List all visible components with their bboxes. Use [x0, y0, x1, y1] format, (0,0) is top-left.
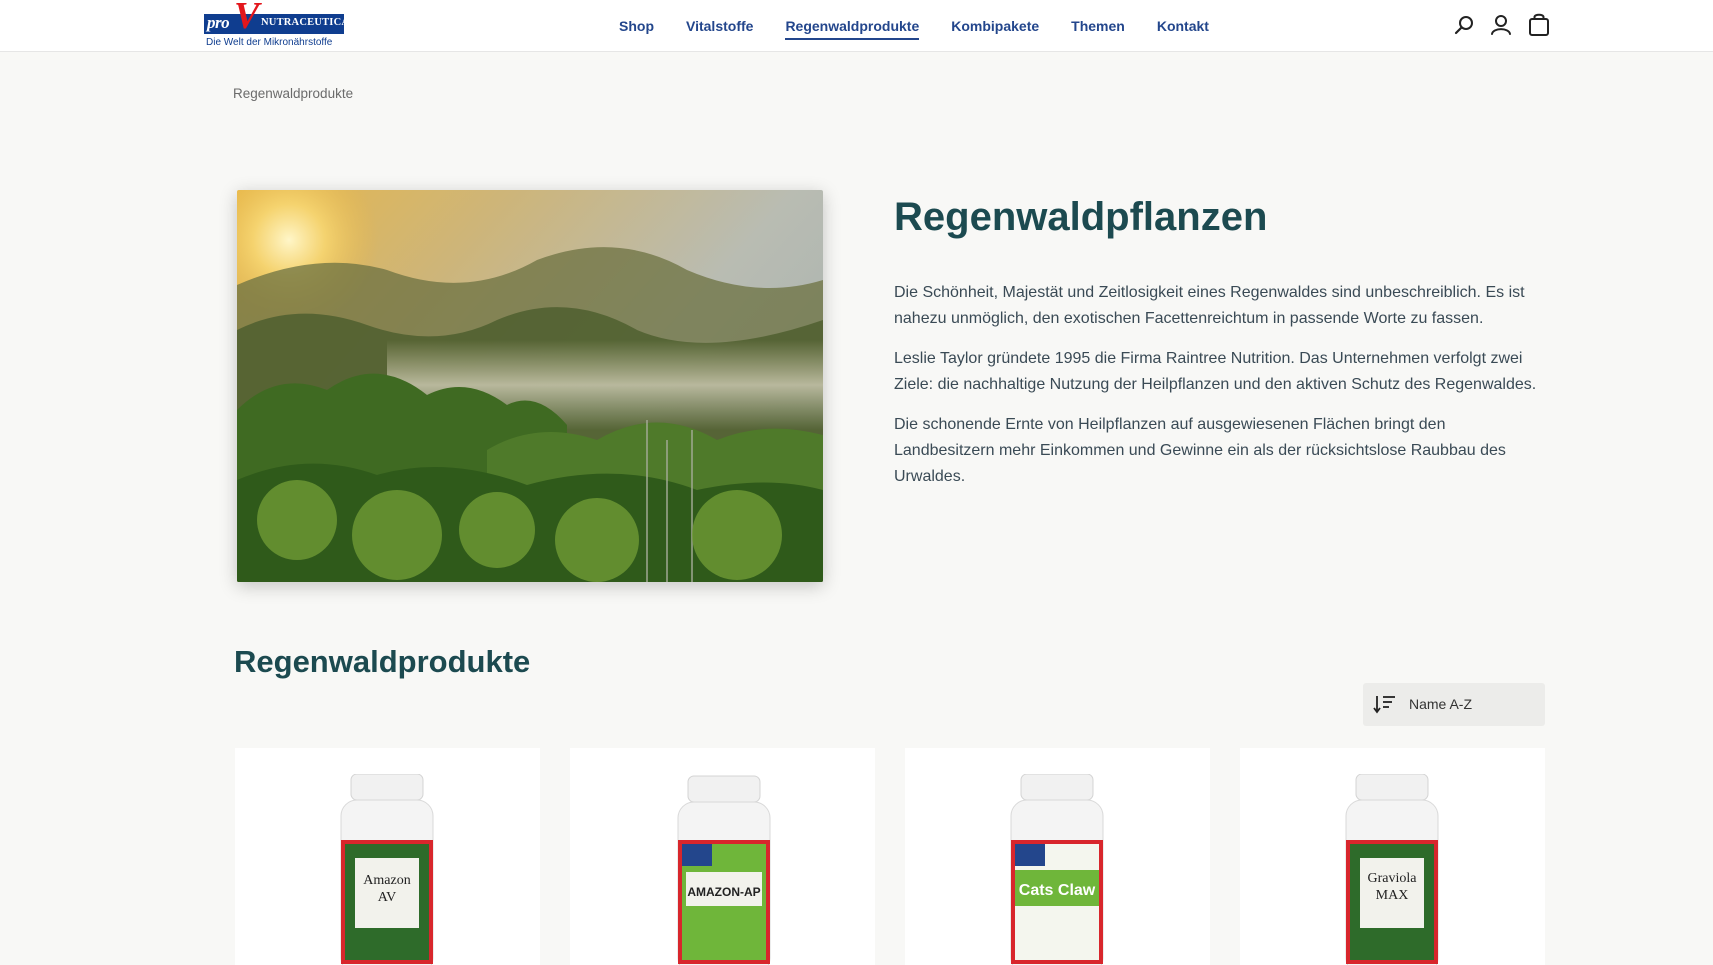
nav-item-shop[interactable]: Shop [619, 18, 654, 40]
product-image: Amazon AV [337, 773, 437, 965]
bottle-label-line1: Graviola [1368, 871, 1418, 886]
product-image: Cats Claw [1007, 773, 1107, 965]
user-icon[interactable] [1488, 12, 1514, 38]
breadcrumb[interactable]: Regenwaldprodukte [233, 86, 353, 101]
logo-tagline: Die Welt der Mikronährstoffe [206, 37, 333, 48]
product-card[interactable]: Amazon AV [235, 748, 540, 965]
nav-item-vitalstoffe[interactable]: Vitalstoffe [686, 18, 753, 40]
product-image: AMAZON-AP [674, 774, 774, 965]
bottle-label-line1: Cats Claw [1019, 882, 1096, 899]
hero-description: Die Schönheit, Majestät und Zeitlosigkei… [894, 280, 1546, 504]
hero-paragraph: Die schonende Ernte von Heilpflanzen auf… [894, 416, 1506, 485]
product-card[interactable]: AMAZON-AP [570, 748, 875, 965]
bottle-label-line2: MAX [1376, 888, 1409, 903]
page-title: Regenwaldpflanzen [894, 195, 1268, 239]
sort-selected-value: Name A-Z [1409, 696, 1473, 712]
bottle-label-line1: Amazon [363, 873, 410, 888]
logo-v-mark: V [234, 0, 260, 37]
sort-dropdown[interactable]: Name A-Z [1363, 683, 1545, 726]
site-header: pro V NUTRACEUTICAL Die Welt der Mikronä… [0, 0, 1713, 52]
product-card[interactable]: Cats Claw [905, 748, 1210, 965]
products-section-title: Regenwaldprodukte [234, 644, 531, 679]
nav-item-themen[interactable]: Themen [1071, 18, 1125, 40]
main-nav: Shop Vitalstoffe Regenwaldprodukte Kombi… [619, 18, 1241, 40]
sort-icon [1373, 694, 1397, 718]
bottle-label-line2: AV [378, 890, 396, 905]
nav-item-kontakt[interactable]: Kontakt [1157, 18, 1209, 40]
bottle-label-line1: AMAZON-AP [687, 885, 760, 899]
nav-item-kombipakete[interactable]: Kombipakete [951, 18, 1039, 40]
hero-paragraph: Leslie Taylor gründete 1995 die Firma Ra… [894, 350, 1537, 393]
product-image: Graviola MAX [1342, 773, 1442, 965]
logo-nutraceutical-text: NUTRACEUTICAL [261, 17, 357, 28]
search-icon[interactable] [1452, 12, 1478, 38]
brand-logo[interactable]: pro V NUTRACEUTICAL Die Welt der Mikronä… [204, 0, 356, 50]
product-card[interactable]: Graviola MAX [1240, 748, 1545, 965]
hero-paragraph: Die Schönheit, Majestät und Zeitlosigkei… [894, 284, 1525, 327]
header-actions [1452, 12, 1552, 40]
nav-item-regenwaldprodukte[interactable]: Regenwaldprodukte [785, 18, 920, 40]
rainforest-hero-image [237, 190, 823, 582]
cart-icon[interactable] [1526, 12, 1552, 38]
logo-pro-text: pro [207, 13, 230, 32]
